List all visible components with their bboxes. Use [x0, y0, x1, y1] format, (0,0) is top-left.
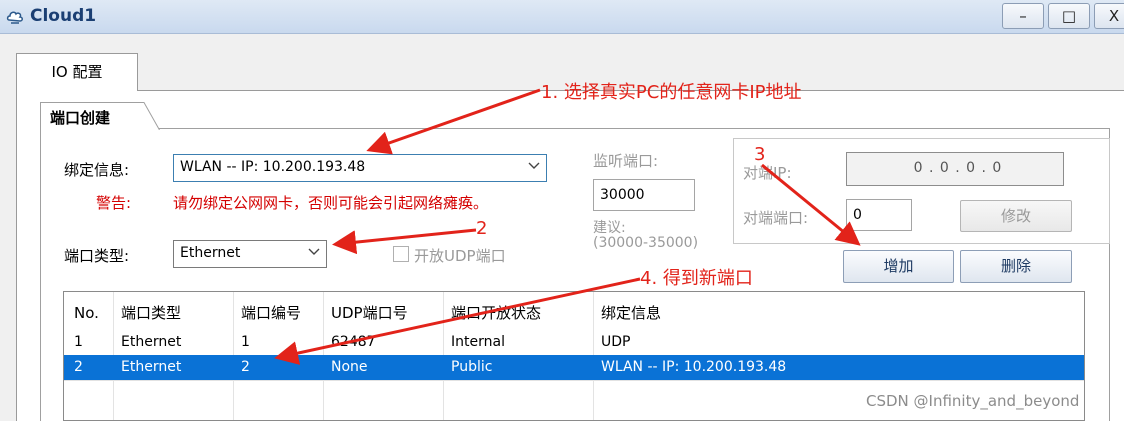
tab-port-create[interactable]: 端口创建 — [50, 107, 110, 128]
delete-button[interactable]: 删除 — [960, 250, 1072, 283]
listen-port-label: 监听端口: — [593, 152, 659, 170]
title-bar — [0, 0, 1124, 34]
peer-ip-input[interactable]: 0 . 0 . 0 . 0 — [846, 152, 1064, 186]
modify-button[interactable]: 修改 — [960, 200, 1072, 232]
table-cell: UDP — [601, 334, 631, 350]
chevron-down-icon — [308, 248, 320, 255]
window-title: Cloud1 — [30, 6, 97, 26]
column-header-port-type[interactable]: 端口类型 — [113, 298, 181, 328]
bind-info-label: 绑定信息: — [64, 161, 130, 179]
warning-label: 警告: — [96, 194, 132, 212]
annotation-step2: 2 — [476, 218, 488, 239]
table-row-selected[interactable]: 2 Ethernet 2 None Public WLAN -- IP: 10.… — [64, 355, 1084, 380]
bind-info-value: WLAN -- IP: 10.200.193.48 — [180, 159, 366, 175]
column-header-bind-info[interactable]: 绑定信息 — [593, 298, 661, 328]
table-cell: WLAN -- IP: 10.200.193.48 — [601, 359, 787, 375]
table-row[interactable]: 1 Ethernet 1 62487 Internal UDP — [64, 330, 1084, 355]
table-cell: 2 — [241, 359, 250, 375]
column-header-udp-port[interactable]: UDP端口号 — [323, 298, 408, 328]
peer-port-label: 对端端口: — [743, 209, 809, 227]
table-cell: 1 — [241, 334, 250, 350]
warning-text: 请勿绑定公网网卡，否则可能会引起网络瘫痪。 — [173, 194, 489, 212]
table-cell: Ethernet — [121, 334, 182, 350]
port-type-value: Ethernet — [180, 245, 241, 261]
peer-ip-label: 对端IP: — [743, 164, 792, 182]
close-button[interactable]: X — [1094, 3, 1124, 29]
annotation-step4: 4. 得到新端口 — [640, 268, 753, 289]
bind-info-select[interactable]: WLAN -- IP: 10.200.193.48 — [173, 154, 547, 182]
annotation-step1: 1. 选择真实PC的任意网卡IP地址 — [541, 82, 802, 103]
table-cell: Public — [451, 359, 493, 375]
add-button[interactable]: 增加 — [843, 250, 954, 283]
column-header-port-number[interactable]: 端口编号 — [233, 298, 301, 328]
cloud-app-icon — [6, 11, 23, 24]
peer-port-input[interactable]: 0 — [846, 199, 912, 231]
suggest-label: 建议: — [593, 220, 626, 236]
port-type-label: 端口类型: — [64, 247, 130, 265]
column-header-no[interactable]: No. — [66, 298, 99, 328]
open-udp-label: 开放UDP端口 — [414, 247, 506, 265]
table-cell: Ethernet — [121, 359, 182, 375]
table-cell: None — [331, 359, 368, 375]
minimize-button[interactable]: – — [1002, 3, 1044, 29]
annotation-step3: 3 — [754, 144, 766, 165]
column-header-open-state[interactable]: 端口开放状态 — [443, 298, 541, 328]
listen-port-input[interactable]: 30000 — [593, 179, 695, 211]
chevron-down-icon — [528, 162, 540, 169]
table-cell: 2 — [74, 359, 83, 375]
table-cell: Internal — [451, 334, 505, 350]
tab-io-config[interactable]: IO 配置 — [16, 53, 138, 91]
open-udp-checkbox[interactable] — [393, 246, 409, 262]
table-cell: 62487 — [331, 334, 376, 350]
port-type-select[interactable]: Ethernet — [173, 240, 327, 268]
suggest-range: (30000-35000) — [593, 235, 699, 251]
table-cell: 1 — [74, 334, 83, 350]
table-header: No. 端口类型 端口编号 UDP端口号 端口开放状态 绑定信息 — [64, 298, 1084, 328]
maximize-button[interactable]: □ — [1048, 3, 1090, 29]
watermark: CSDN @Infinity_and_beyond — [866, 392, 1080, 410]
